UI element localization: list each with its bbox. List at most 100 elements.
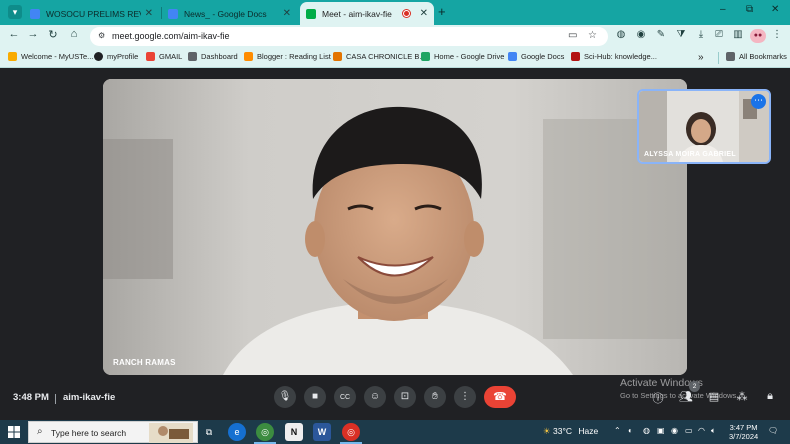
address-bar[interactable]: ⚙ meet.google.com/aim-ikav-fie ▭ ☆ <box>90 27 608 46</box>
forward-icon[interactable]: → <box>25 28 41 40</box>
captions-button[interactable]: CC <box>334 386 356 408</box>
bookmark-item[interactable]: Sci-Hub: knowledge... <box>571 52 657 61</box>
tab-meet[interactable]: Meet - aim-ikav-fie ✕ <box>300 2 434 25</box>
notifications-icon[interactable]: 🗨︎ <box>768 426 778 435</box>
bookmark-item[interactable]: Home - Google Drive <box>421 52 504 61</box>
google-docs-icon <box>30 8 40 19</box>
edge-icon[interactable]: e <box>228 423 246 441</box>
present-icon: ⊡ <box>400 391 410 402</box>
maximize-icon[interactable]: ⧉ <box>746 4 753 15</box>
bookmark-item[interactable]: Google Docs <box>508 52 564 61</box>
extension-icon[interactable]: ◉ <box>634 29 648 40</box>
back-icon[interactable]: ← <box>6 28 22 40</box>
bookmark-item[interactable]: Welcome - MyUSTe... <box>8 52 93 61</box>
wifi-icon[interactable]: ◠ <box>698 426 705 435</box>
tray-app-icon[interactable]: ▣ <box>657 426 665 435</box>
meeting-details-icon[interactable]: ⓘ <box>650 390 666 406</box>
site-info-icon[interactable]: ⚙ <box>98 31 109 42</box>
close-tab-icon[interactable]: ✕ <box>145 8 153 19</box>
bookmark-favicon-icon <box>333 52 342 61</box>
tray-app-icon[interactable]: ◉ <box>671 426 678 435</box>
taskbar-search-input[interactable]: ⌕ Type here to search <box>28 421 198 443</box>
bookmark-item[interactable]: CASA CHRONICLE B... <box>333 52 426 61</box>
profile-avatar[interactable]: ●● <box>750 29 766 43</box>
bookmark-star-icon[interactable]: ☆ <box>588 30 597 41</box>
reload-icon[interactable]: ↻ <box>45 28 61 41</box>
download-icon[interactable]: ⤓ <box>694 29 708 40</box>
activities-icon[interactable]: ⁂ <box>734 390 750 403</box>
chrome-icon[interactable]: ◎ <box>256 423 274 441</box>
chat-icon[interactable]: ▤ <box>706 390 722 403</box>
tab-wosocu-reviewer[interactable]: WOSOCU PRELIMS REVIEWER ✕ <box>24 2 159 25</box>
search-icon: ⌕ <box>37 426 43 437</box>
volume-icon[interactable]: 🔈︎ <box>711 426 716 436</box>
windows-taskbar: ⌕ Type here to search ⧉ e ◎ N W ◎ ☀︎ 33°… <box>0 420 790 444</box>
browser-toolbar: ← → ↻ ⌂ ⚙ meet.google.com/aim-ikav-fie ▭… <box>0 25 790 48</box>
extension-icon[interactable]: ◍ <box>614 29 628 40</box>
host-controls-icon[interactable]: 🔒︎ <box>762 390 778 403</box>
new-tab-button[interactable]: + <box>438 4 446 19</box>
bookmark-favicon-icon <box>94 52 103 61</box>
windows-start-icon[interactable] <box>8 426 20 438</box>
task-view-icon[interactable]: ⧉ <box>200 423 218 441</box>
tab-search-icon[interactable]: ▾ <box>8 5 22 19</box>
extension-icon[interactable]: ✎ <box>654 29 668 40</box>
raise-hand-icon: ✋︎ <box>432 391 438 402</box>
camera-icon: ■ <box>311 391 319 402</box>
more-options-icon: ⋮ <box>460 391 470 402</box>
main-video-tile[interactable]: RANCH RAMAS <box>103 79 687 375</box>
tray-chevron-icon[interactable]: ⌃ <box>614 426 621 435</box>
google-drive-icon <box>421 52 430 61</box>
mic-button[interactable]: 🎙︎ <box>274 386 296 408</box>
chrome-profile-icon[interactable]: ◎ <box>342 423 360 441</box>
more-options-button[interactable]: ⋮ <box>454 386 476 408</box>
bookmark-item[interactable]: Blogger : Reading List <box>244 52 331 61</box>
people-icon[interactable]: 👥︎ <box>678 390 694 403</box>
url-text: meet.google.com/aim-ikav-fie <box>112 31 230 41</box>
search-highlight-image <box>149 423 193 443</box>
browser-tab-strip: ▾ WOSOCU PRELIMS REVIEWER ✕ News_ - Goog… <box>0 0 790 25</box>
minimize-icon[interactable]: – <box>720 4 726 15</box>
camera-button[interactable]: ■ <box>304 386 326 408</box>
battery-icon[interactable]: ▭ <box>685 426 693 435</box>
bookmark-favicon-icon <box>8 52 17 61</box>
raise-hand-button[interactable]: ✋︎ <box>424 386 446 408</box>
close-tab-icon[interactable]: ✕ <box>283 8 291 19</box>
more-options-icon[interactable]: ⋯ <box>751 94 766 109</box>
end-call-button[interactable]: ☎︎ <box>484 386 516 408</box>
system-clock[interactable]: 3:47 PM 3/7/2024 <box>729 423 758 441</box>
gmail-icon <box>146 52 155 61</box>
tab-news-docs[interactable]: News_ - Google Docs ✕ <box>162 2 297 25</box>
bookmark-item[interactable]: Dashboard <box>188 52 238 61</box>
emoji-button[interactable]: ☺ <box>364 386 386 408</box>
watermark-title: Activate Windows <box>620 377 703 389</box>
cast-icon[interactable]: ⎚ <box>712 29 726 40</box>
meet-stage: RANCH RAMAS ⋯ ALYSSA MOIRA GABRIEL <box>0 69 790 420</box>
google-docs-icon <box>168 8 178 19</box>
google-docs-icon <box>508 52 517 61</box>
bookmark-item[interactable]: GMAIL <box>146 52 182 61</box>
side-panel-icon[interactable]: ▥ <box>731 29 745 40</box>
divider <box>55 394 56 404</box>
close-tab-icon[interactable]: ✕ <box>420 8 428 19</box>
tray-app-icon[interactable]: ◍ <box>643 426 650 435</box>
bookmark-item[interactable]: myProfile <box>94 52 138 61</box>
menu-kebab-icon[interactable]: ⋮ <box>770 29 784 40</box>
extensions-puzzle-icon[interactable]: ⧩ <box>674 29 688 40</box>
word-icon[interactable]: W <box>313 423 331 441</box>
all-bookmarks-button[interactable]: All Bookmarks <box>726 52 787 61</box>
bookmark-favicon-icon <box>188 52 197 61</box>
camera-in-use-icon[interactable]: ▭ <box>568 30 577 41</box>
bookmarks-bar: Welcome - MyUSTe... myProfile GMAIL Dash… <box>0 48 790 68</box>
weather-widget[interactable]: ☀︎ 33°C Haze <box>543 426 598 437</box>
notion-icon[interactable]: N <box>285 423 303 441</box>
home-icon[interactable]: ⌂ <box>66 28 82 40</box>
emoji-icon: ☺ <box>369 391 381 402</box>
close-window-icon[interactable]: ✕ <box>771 4 779 15</box>
tray-app-icon[interactable]: ◐ <box>628 426 633 435</box>
folder-icon <box>726 52 735 61</box>
end-call-icon: ☎︎ <box>493 391 507 403</box>
more-bookmarks-button[interactable]: » <box>698 52 704 63</box>
present-button[interactable]: ⊡ <box>394 386 416 408</box>
self-view-tile[interactable]: ⋯ ALYSSA MOIRA GABRIEL <box>637 89 771 164</box>
